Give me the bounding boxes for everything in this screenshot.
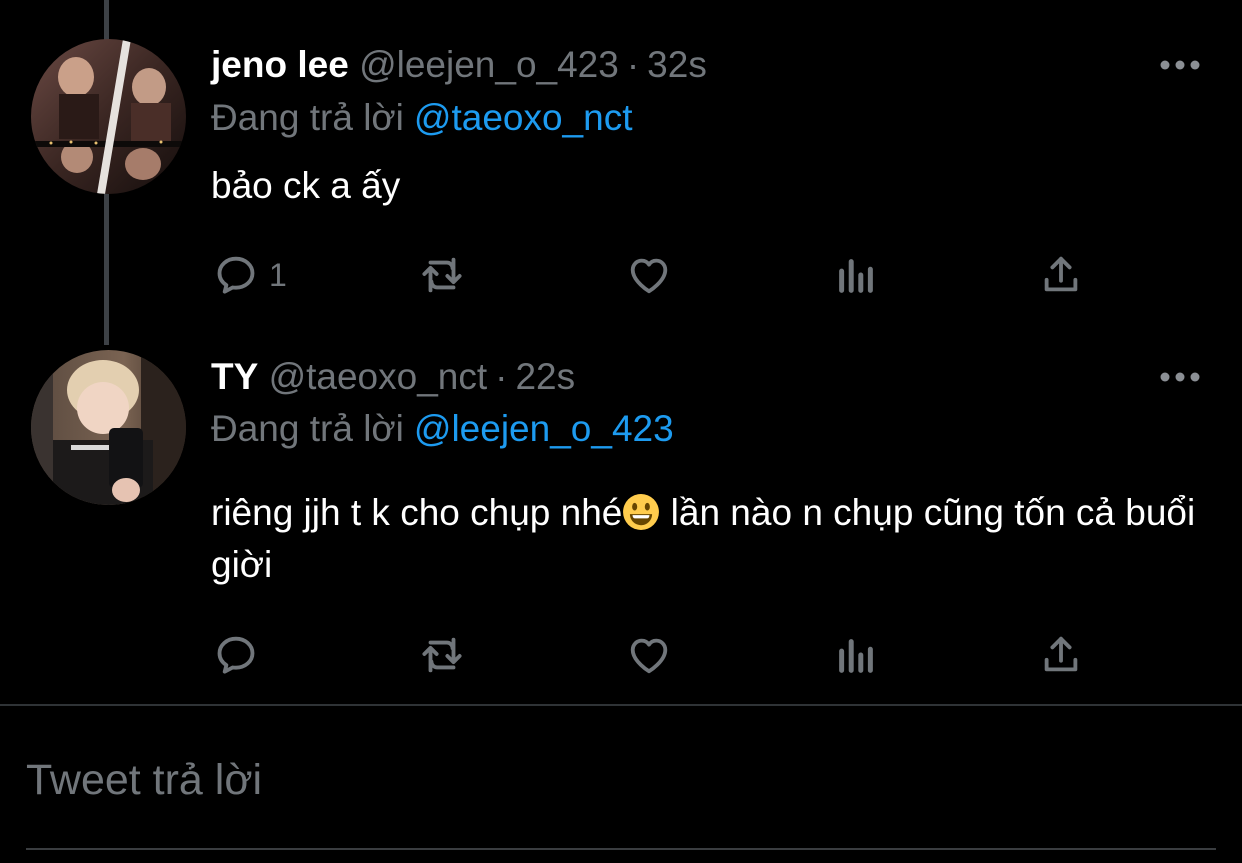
retweet-icon (422, 637, 462, 673)
separator-dot: · (495, 356, 508, 397)
tweet-text: bảo ck a ấy (211, 165, 401, 206)
analytics-icon (839, 639, 873, 673)
retweet-button[interactable] (419, 250, 465, 300)
retweet-button[interactable] (419, 630, 465, 680)
tweet-actions: 1 (0, 250, 1242, 300)
analytics-button[interactable] (833, 250, 879, 300)
reply-mention-link[interactable]: @leejen_o_423 (414, 408, 674, 449)
separator-dot: · (626, 44, 640, 85)
share-button[interactable] (1038, 630, 1084, 680)
analytics-icon (839, 259, 873, 293)
like-button[interactable] (626, 630, 672, 680)
tweet-header: TY @taeoxo_nct · 22s (211, 355, 575, 399)
user-handle[interactable]: @leejen_o_423 (359, 44, 619, 85)
timestamp[interactable]: 22s (515, 356, 575, 397)
share-icon (1044, 636, 1078, 672)
more-options-icon[interactable] (1155, 367, 1205, 387)
replying-to: Đang trả lời @leejen_o_423 (211, 407, 674, 451)
compose-underline (26, 848, 1216, 850)
tweet[interactable]: TY @taeoxo_nct · 22s Đang trả lời @leejen_o… (0, 345, 1242, 705)
tweet-text-part: riêng jjh t k cho chụp nhé (211, 492, 623, 533)
tweet[interactable]: jeno lee @leejen_o_423 · 32s Đang trả lời @… (0, 0, 1242, 345)
more-options-icon[interactable] (1155, 55, 1205, 75)
reply-mention-link[interactable]: @taeoxo_nct (414, 97, 633, 138)
tweet-header: jeno lee @leejen_o_423 · 32s (211, 43, 707, 87)
avatar[interactable] (31, 39, 186, 194)
avatar-photo (31, 39, 186, 194)
divider (0, 704, 1242, 706)
analytics-button[interactable] (833, 630, 879, 680)
like-icon (630, 258, 668, 294)
tweet-text: riêng jjh t k cho chụp nhé lần nào n chụ… (211, 487, 1201, 591)
share-icon (1044, 256, 1078, 292)
reply-icon (217, 256, 255, 294)
grinning-face-emoji-icon (623, 494, 660, 530)
avatar-photo (31, 350, 186, 505)
reply-button[interactable]: 1 (213, 250, 287, 300)
reply-count: 1 (269, 256, 287, 293)
like-icon (630, 638, 668, 674)
reply-compose-input[interactable]: Tweet trả lời (26, 755, 262, 805)
user-handle[interactable]: @taeoxo_nct (269, 356, 488, 397)
avatar[interactable] (31, 350, 186, 505)
replying-to-label: Đang trả lời (211, 97, 404, 138)
replying-to-label: Đang trả lời (211, 408, 404, 449)
like-button[interactable] (626, 250, 672, 300)
tweet-actions (0, 630, 1242, 680)
replying-to: Đang trả lời @taeoxo_nct (211, 96, 633, 140)
display-name[interactable]: TY (211, 356, 258, 397)
display-name[interactable]: jeno lee (211, 44, 349, 85)
reply-icon (217, 636, 255, 674)
retweet-icon (422, 257, 462, 293)
timestamp[interactable]: 32s (647, 44, 707, 85)
reply-button[interactable] (213, 630, 269, 680)
share-button[interactable] (1038, 250, 1084, 300)
